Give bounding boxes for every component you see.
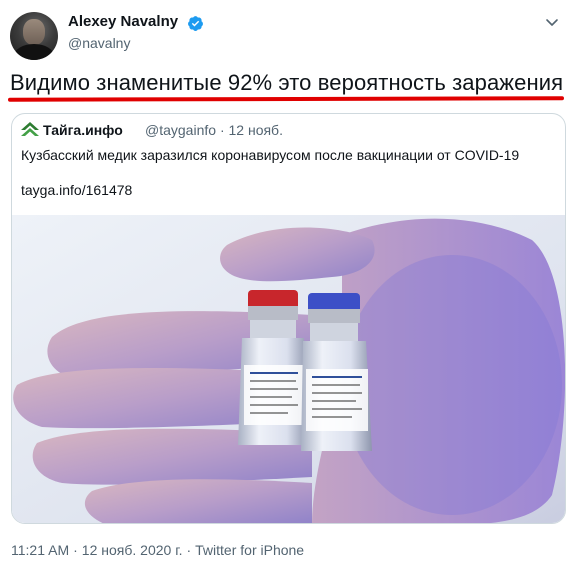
tweet-client[interactable]: Twitter for iPhone bbox=[195, 542, 304, 558]
quoted-source-meta: @taygainfo · 12 нояб. bbox=[145, 122, 283, 138]
tayga-logo-icon bbox=[21, 122, 39, 136]
footer-separator-2: · bbox=[186, 542, 192, 558]
chevron-down-icon[interactable] bbox=[544, 14, 560, 30]
avatar-shoulders bbox=[14, 44, 54, 60]
tweet-footer: 11:21 AM · 12 нояб. 2020 г. · Twitter for iP… bbox=[11, 542, 304, 558]
author-name[interactable]: Alexey Navalny bbox=[68, 13, 178, 30]
quoted-text: Кузбасский медик заразился коронавирусом… bbox=[21, 147, 520, 163]
footer-separator: · bbox=[73, 542, 78, 558]
quoted-link[interactable]: tayga.info/161478 bbox=[21, 182, 132, 198]
red-underline-annotation bbox=[7, 96, 565, 102]
tweet-header: Alexey Navalny @navalny bbox=[10, 8, 568, 60]
author-handle[interactable]: @navalny bbox=[68, 35, 130, 51]
verified-badge-icon bbox=[188, 16, 203, 31]
quoted-source-handle[interactable]: @taygainfo bbox=[145, 122, 216, 138]
tweet-text: Видимо знаменитые 92% это вероятность за… bbox=[10, 70, 564, 95]
tweet-date[interactable]: 12 нояб. 2020 г. bbox=[82, 542, 183, 558]
quoted-date[interactable]: 12 нояб. bbox=[229, 122, 283, 138]
hand-holding-vaccine-vials-image[interactable] bbox=[12, 215, 566, 524]
tweet-time[interactable]: 11:21 AM bbox=[11, 542, 69, 558]
quoted-source-name[interactable]: Тайга.инфо bbox=[43, 122, 123, 138]
avatar[interactable] bbox=[10, 12, 58, 60]
quoted-tweet[interactable]: Тайга.инфо @taygainfo · 12 нояб. Кузбасс… bbox=[11, 113, 566, 524]
meta-separator: · bbox=[219, 122, 225, 138]
avatar-face bbox=[23, 19, 45, 45]
